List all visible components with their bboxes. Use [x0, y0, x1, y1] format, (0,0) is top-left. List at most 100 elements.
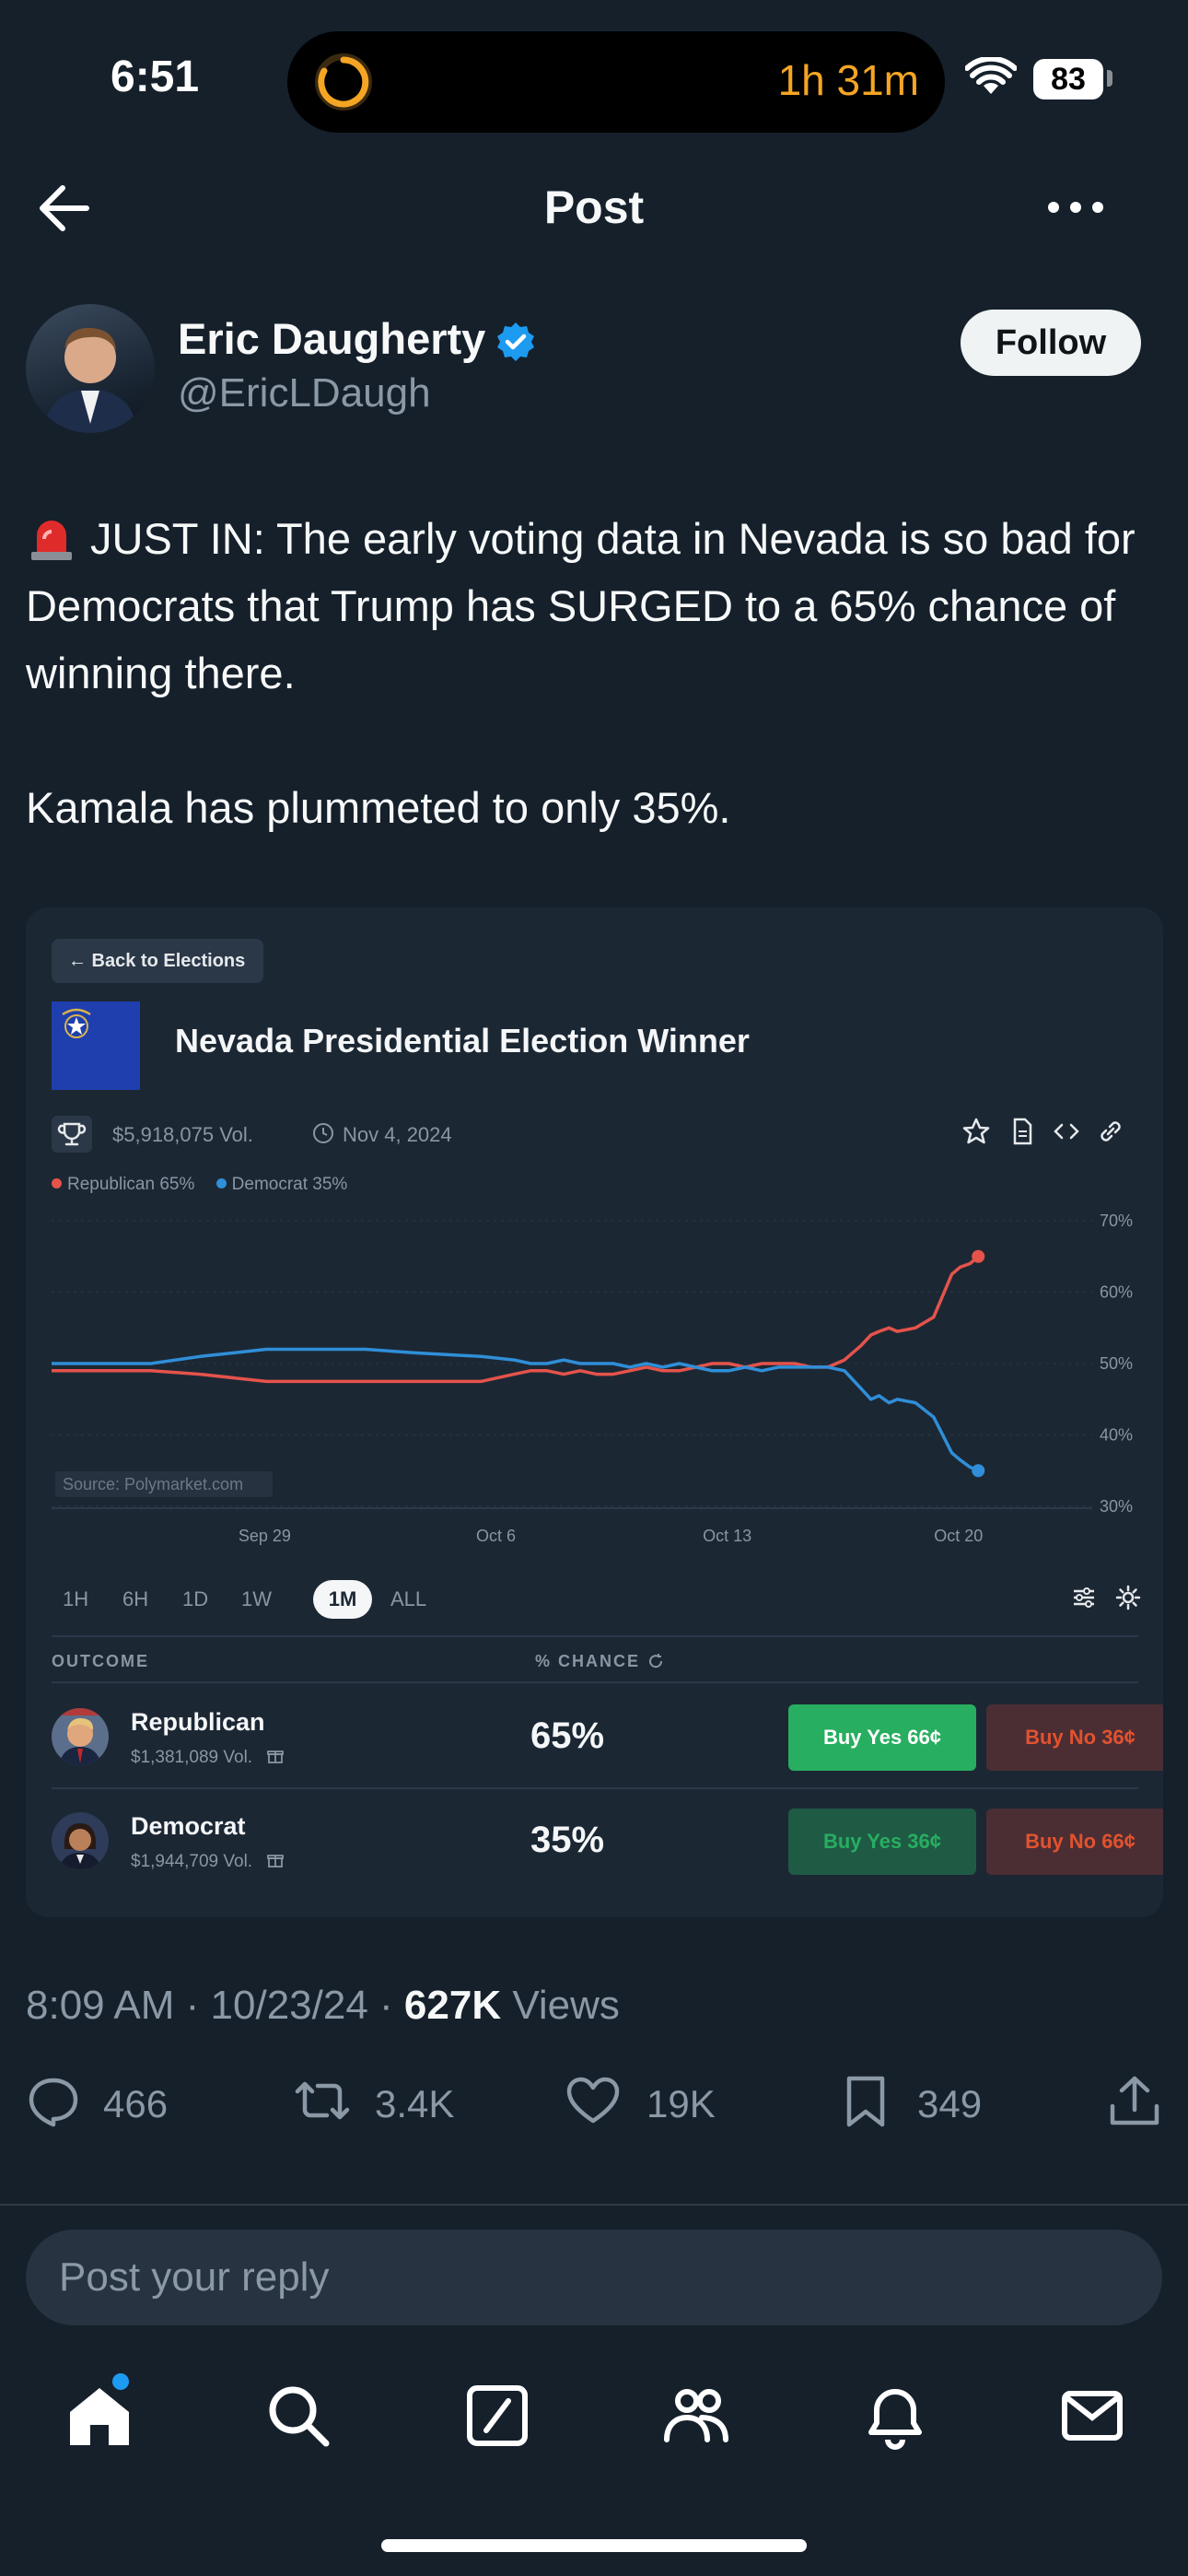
- author-name[interactable]: Eric Daugherty: [178, 313, 485, 364]
- outcome-name: Republican: [131, 1708, 265, 1736]
- bookmark-icon: [838, 2073, 893, 2137]
- tab-grok[interactable]: [460, 2379, 534, 2453]
- trump-avatar: [52, 1708, 109, 1765]
- y-tick-label: 40%: [1100, 1426, 1133, 1445]
- bookmark-count: 349: [917, 2082, 983, 2125]
- outcome-name: Democrat: [131, 1812, 246, 1840]
- post-timestamp: 8:09 AM · 10/23/24 · 627K Views: [26, 1983, 620, 2028]
- battery-tip: [1107, 70, 1112, 87]
- divider: [52, 1635, 1138, 1637]
- tab-communities[interactable]: [659, 2379, 733, 2453]
- x-tick-label: Oct 13: [703, 1527, 751, 1545]
- repost-count: 3.4K: [375, 2082, 455, 2125]
- heart-icon: [565, 2073, 621, 2137]
- range-1m[interactable]: 1M: [313, 1580, 372, 1619]
- buy-no-button[interactable]: Buy No 66¢: [986, 1809, 1163, 1875]
- embed-code-icon[interactable]: [1051, 1116, 1082, 1147]
- range-all[interactable]: ALL: [390, 1587, 426, 1611]
- range-6h[interactable]: 6H: [122, 1587, 148, 1611]
- outcome-header: OUTCOME: [52, 1652, 149, 1670]
- gift-icon: [257, 1748, 285, 1767]
- outcome-row-democrat[interactable]: Democrat $1,944,709 Vol. 35% Buy Yes 36¢…: [52, 1788, 1163, 1891]
- series-endpoint-democrat: [972, 1464, 985, 1478]
- y-tick-label: 30%: [1100, 1497, 1133, 1516]
- bell-icon: [868, 2389, 922, 2450]
- envelope-icon: [1062, 2391, 1123, 2441]
- views-count: 627K: [403, 1983, 502, 2028]
- settings-gear-icon[interactable]: [1114, 1584, 1142, 1617]
- reply-icon: [26, 2073, 81, 2137]
- chart-source: Source: Polymarket.com: [63, 1475, 243, 1493]
- share-icon: [1107, 2073, 1162, 2137]
- outcome-row-republican[interactable]: Republican $1,381,089 Vol. 65% Buy Yes 6…: [52, 1684, 1163, 1787]
- refresh-icon[interactable]: [646, 1652, 665, 1670]
- x-tick-label: Oct 20: [934, 1527, 983, 1545]
- range-1w[interactable]: 1W: [241, 1587, 272, 1611]
- more-options-icon[interactable]: [1041, 184, 1111, 230]
- communities-icon: [664, 2389, 728, 2442]
- clock-icon: [311, 1121, 335, 1151]
- dynamic-island[interactable]: 1h 31m: [287, 31, 945, 133]
- tweet-line-1: JUST IN: The early voting data in Nevada…: [26, 514, 1136, 697]
- probability-chart[interactable]: 70% 60% 50% 40% 30% Sep 29 Oct 6 Oct 13 Oct 20 So…: [52, 1212, 1138, 1562]
- battery-level: 83: [1033, 59, 1103, 100]
- link-icon[interactable]: [1095, 1116, 1126, 1147]
- author-avatar[interactable]: [26, 304, 155, 433]
- tab-notifications[interactable]: [858, 2379, 932, 2453]
- star-icon[interactable]: [961, 1116, 992, 1147]
- market-volume: $5,918,075 Vol.: [112, 1123, 253, 1146]
- page-title: Post: [543, 181, 645, 233]
- wifi-icon: [964, 55, 1018, 100]
- island-timer: 1h 31m: [777, 56, 919, 104]
- chance-header: % CHANCE: [535, 1652, 665, 1671]
- time-range-selector: 1H 6H 1D 1W 1M ALL: [52, 1580, 1141, 1619]
- sliders-icon[interactable]: [1070, 1584, 1098, 1617]
- range-1h[interactable]: 1H: [63, 1587, 88, 1611]
- series-line-democrat: [52, 1347, 979, 1472]
- outcome-chance: 65%: [530, 1715, 605, 1756]
- polymarket-card[interactable]: ← Back to Elections Nevada Presidential …: [26, 907, 1163, 1917]
- divider: [0, 2204, 1188, 2206]
- author-handle[interactable]: @EricLDaugh: [178, 370, 431, 416]
- verified-badge-icon: [495, 321, 537, 368]
- tweet-line-2: Kamala has plummeted to only 35%.: [26, 783, 731, 832]
- y-tick-label: 70%: [1100, 1212, 1133, 1230]
- home-icon: [70, 2388, 129, 2445]
- back-to-elections-button[interactable]: ← Back to Elections: [52, 939, 263, 983]
- siren-emoji-icon: [26, 511, 77, 563]
- legend-democrat: Democrat 35%: [215, 1175, 347, 1194]
- like-count: 19K: [646, 2082, 716, 2125]
- divider: [52, 1681, 1138, 1683]
- chart-legend: Republican 65% Democrat 35%: [52, 1175, 364, 1195]
- home-notification-dot: [112, 2373, 129, 2390]
- outcome-volume: $1,381,089 Vol.: [131, 1747, 285, 1768]
- y-tick-label: 60%: [1100, 1283, 1133, 1302]
- nevada-flag: [52, 1001, 140, 1090]
- market-title: Nevada Presidential Election Winner: [175, 1022, 750, 1060]
- tab-search[interactable]: [262, 2379, 335, 2453]
- outcome-chance: 35%: [530, 1820, 605, 1860]
- document-icon[interactable]: [1007, 1116, 1038, 1147]
- buy-yes-button[interactable]: Buy Yes 36¢: [788, 1809, 976, 1875]
- legend-republican: Republican 65%: [52, 1175, 194, 1194]
- buy-no-button[interactable]: Buy No 36¢: [986, 1704, 1163, 1771]
- repost-icon: [290, 2073, 355, 2137]
- x-tick-label: Oct 6: [476, 1527, 516, 1545]
- tweet-body: JUST IN: The early voting data in Nevada…: [26, 505, 1159, 841]
- home-indicator[interactable]: [381, 2539, 807, 2552]
- status-time: 6:51: [111, 53, 200, 101]
- follow-button[interactable]: Follow: [961, 310, 1141, 376]
- series-endpoint-republican: [972, 1249, 985, 1263]
- tab-home[interactable]: [63, 2379, 136, 2453]
- y-tick-label: 50%: [1100, 1354, 1133, 1373]
- grok-icon: [467, 2385, 528, 2446]
- market-end-date: Nov 4, 2024: [343, 1123, 452, 1146]
- gift-icon: [257, 1852, 285, 1871]
- tab-messages[interactable]: [1055, 2379, 1129, 2453]
- search-icon: [269, 2386, 330, 2447]
- range-1d[interactable]: 1D: [182, 1587, 208, 1611]
- x-tick-label: Sep 29: [239, 1527, 291, 1545]
- reply-input[interactable]: Post your reply: [26, 2230, 1162, 2325]
- buy-yes-button[interactable]: Buy Yes 66¢: [788, 1704, 976, 1771]
- reply-count: 466: [103, 2082, 169, 2125]
